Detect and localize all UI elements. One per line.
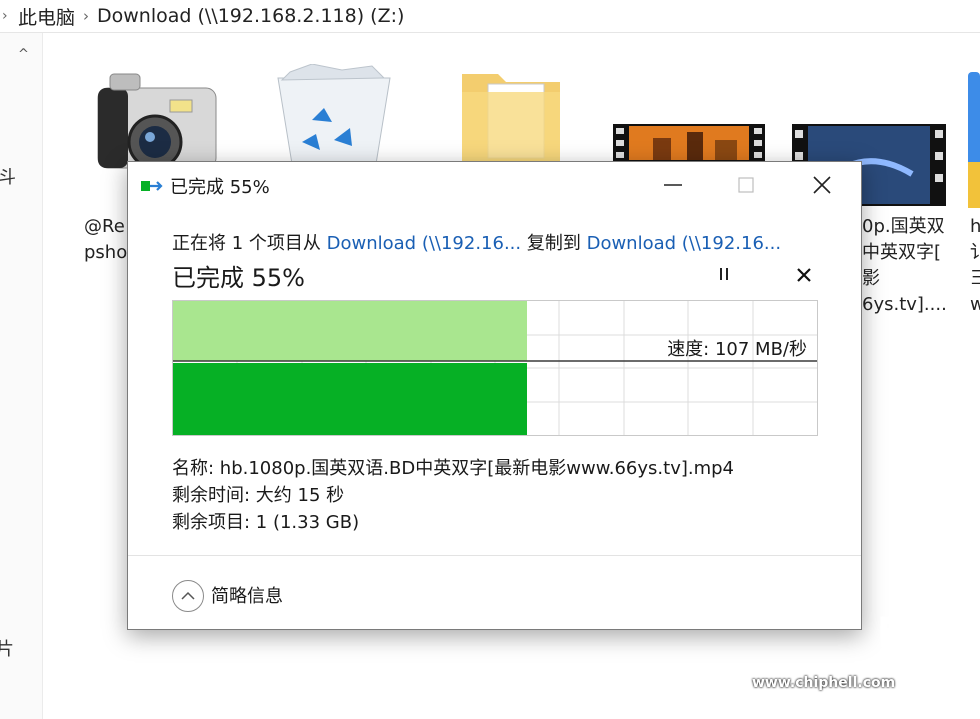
pause-icon <box>720 268 728 280</box>
speed-graph: 速度: 107 MB/秒 <box>172 300 818 436</box>
nav-item-fragment[interactable]: 片 <box>0 635 14 661</box>
folder-icon <box>462 74 560 162</box>
nav-item-fragment[interactable]: 斗 <box>0 163 16 189</box>
navigation-pane: ^ 斗 片 <box>0 33 43 719</box>
pause-button[interactable] <box>716 266 732 282</box>
progress-fill-light <box>173 301 527 361</box>
file-name-line: 名称: hb.1080p.国英双语.BD中英双字[最新电影www.66ys.tv… <box>172 458 735 479</box>
breadcrumb-root[interactable]: 此电脑 <box>18 3 75 30</box>
breadcrumb-separator-icon[interactable]: › <box>83 7 89 25</box>
minimize-button[interactable] <box>658 170 688 200</box>
copy-progress-icon <box>141 181 163 191</box>
scroll-up-icon[interactable]: ^ <box>18 47 29 62</box>
copy-description: 正在将 1 个项目从 Download (\\192.16... 复制到 Dow… <box>172 233 782 254</box>
file-label[interactable]: h 讠 彐 w <box>970 214 980 318</box>
items-remaining-line: 剩余项目: 1 (1.33 GB) <box>172 512 360 533</box>
close-icon <box>813 176 831 194</box>
progress-heading: 已完成 55% <box>172 264 305 292</box>
source-link[interactable]: Download (\\192.16... <box>327 233 522 254</box>
file-label[interactable]: @Re psho <box>84 214 127 266</box>
dialog-titlebar[interactable]: 已完成 55% <box>128 162 861 208</box>
close-icon <box>797 268 811 282</box>
speed-readout: 速度: 107 MB/秒 <box>667 339 807 360</box>
chevron-left-icon[interactable]: › <box>2 8 12 24</box>
cancel-button[interactable] <box>795 266 813 284</box>
divider <box>128 555 861 556</box>
copy-progress-dialog: 已完成 55% 正在将 1 个项目从 Download (\\192.16...… <box>127 161 862 630</box>
maximize-button <box>731 170 761 200</box>
app-icon <box>968 72 980 208</box>
video-thumbnail-icon <box>613 124 765 162</box>
watermark-url: www.chiphell.com <box>752 675 896 691</box>
file-item-video[interactable] <box>613 124 765 166</box>
chevron-up-icon <box>181 591 195 600</box>
details-toggle-label[interactable]: 简略信息 <box>211 582 283 608</box>
recycle-bin-icon <box>277 63 391 165</box>
file-item-app[interactable] <box>968 72 980 212</box>
dialog-title: 已完成 55% <box>170 177 270 198</box>
breadcrumb-current[interactable]: Download (\\192.168.2.118) (Z:) <box>97 5 404 27</box>
minimize-icon <box>664 184 682 186</box>
progress-fill-dark <box>173 363 527 435</box>
camera-icon <box>97 73 217 170</box>
maximize-icon <box>738 177 754 193</box>
file-item-folder[interactable] <box>460 70 562 166</box>
breadcrumb: › 此电脑 › Download (\\192.168.2.118) (Z:) <box>0 0 980 33</box>
time-remaining-line: 剩余时间: 大约 15 秒 <box>172 485 345 506</box>
speed-graph-canvas <box>173 301 817 435</box>
details-toggle-button[interactable] <box>172 580 204 612</box>
close-button[interactable] <box>807 170 837 200</box>
file-label[interactable]: 0p.国英双 中英双字[ 影 6ys.tv].... <box>862 214 947 318</box>
file-item-recycle-bin[interactable] <box>272 63 396 168</box>
destination-link[interactable]: Download (\\192.16... <box>587 233 782 254</box>
